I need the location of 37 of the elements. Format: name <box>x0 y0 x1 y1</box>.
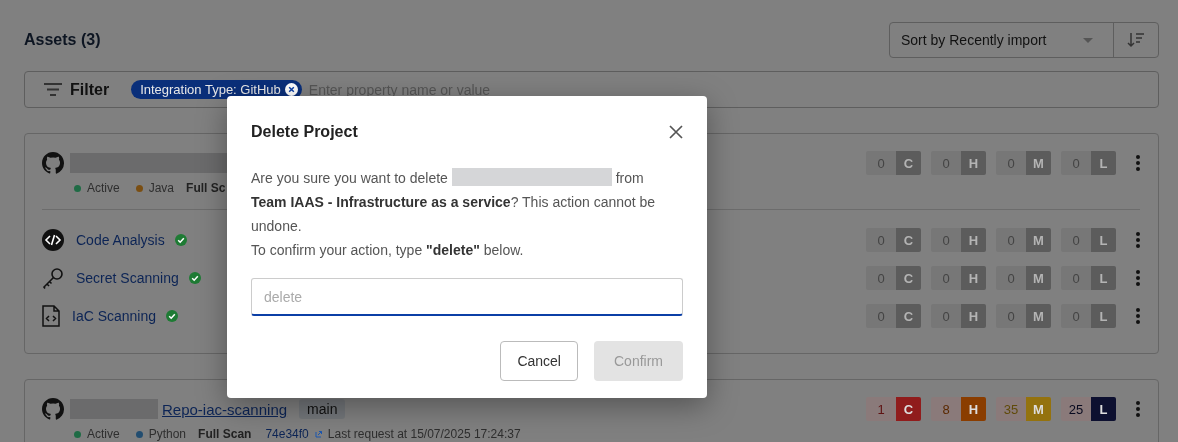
github-icon <box>42 152 64 174</box>
dialog-instruction: To confirm your action, type "delete" below. <box>251 241 525 260</box>
filter-chip[interactable]: Integration Type: GitHub <box>131 80 302 99</box>
commit-link[interactable]: 74e34f0 <box>265 427 309 441</box>
key-icon <box>42 267 64 289</box>
branch-tag: main <box>299 399 346 419</box>
meta-text: Java <box>148 181 175 195</box>
scan-link[interactable]: Code Analysis <box>76 232 165 248</box>
more-options-icon[interactable] <box>1136 401 1140 417</box>
code-icon <box>42 229 64 251</box>
external-link-icon <box>314 430 322 438</box>
more-options-icon[interactable] <box>1136 270 1140 286</box>
dialog-message: Are you sure you want to delete from Team IAAS - Infrastructure as a service? This action cannot be undone. <box>251 167 657 236</box>
github-icon <box>42 398 64 420</box>
page-title: Assets (3) <box>24 31 101 49</box>
confirm-input[interactable]: delete <box>251 278 683 316</box>
more-options-icon[interactable] <box>1136 155 1140 171</box>
last-request-text: Last request at 15/07/2025 17:24:37 <box>327 427 521 441</box>
filter-label: Filter <box>70 80 110 99</box>
close-icon[interactable] <box>669 125 683 139</box>
project-link[interactable]: Repo-iac-scanning <box>162 400 288 418</box>
more-options-icon[interactable] <box>1136 232 1140 248</box>
more-options-icon[interactable] <box>1136 308 1140 324</box>
meta-text: Active <box>87 427 120 441</box>
scan-link[interactable]: Secret Scanning <box>76 270 179 286</box>
scan-link[interactable]: IaC Scanning <box>72 308 157 324</box>
filter-icon <box>44 83 62 96</box>
scan-type: Full Scan <box>198 427 252 441</box>
sort-icon <box>1127 32 1145 48</box>
close-icon[interactable] <box>284 83 298 96</box>
scan-type: Full Sc <box>186 181 226 195</box>
cancel-button[interactable]: Cancel <box>500 341 578 381</box>
dialog-title: Delete Project <box>251 123 358 141</box>
meta-text: Active <box>87 181 120 195</box>
meta-text: Python <box>148 427 187 441</box>
code-file-icon <box>42 305 60 327</box>
caret-icon <box>1083 37 1093 43</box>
